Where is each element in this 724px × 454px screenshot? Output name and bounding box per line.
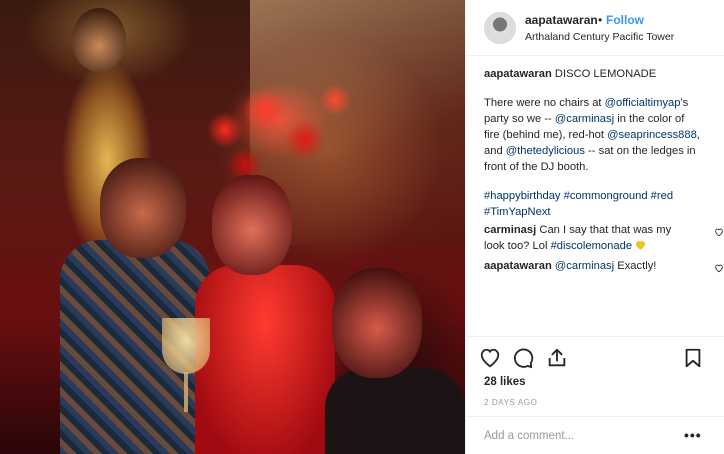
like-comment-heart-icon[interactable] — [714, 262, 724, 278]
red-flowers-decoration — [185, 70, 355, 180]
caption-and-comments: aapatawaran DISCO LEMONADE There were no… — [484, 66, 723, 274]
comment-username[interactable]: carminasj — [484, 224, 536, 236]
like-heart-icon[interactable] — [479, 347, 501, 369]
caption-text: fire (behind me), red-hot — [484, 129, 608, 141]
hashtag-line[interactable]: #TimYapNext — [484, 204, 716, 220]
caption-text: There were no chairs at — [484, 97, 605, 109]
right-person-head — [332, 268, 422, 378]
caption-text: 's — [680, 97, 689, 109]
hashtag-link[interactable]: #discolemonade — [551, 240, 632, 252]
caption-text: in the color of — [614, 113, 685, 125]
comment-item: aapatawaran @carminasj Exactly! — [484, 258, 723, 274]
caption-text: , — [696, 129, 700, 141]
caption-text: -- sat on the ledges in — [584, 145, 696, 157]
add-comment-input[interactable] — [484, 425, 674, 447]
wine-glass — [162, 318, 210, 374]
comment-text: Exactly! — [614, 260, 657, 272]
post-photo[interactable] — [0, 0, 465, 454]
avatar[interactable] — [484, 12, 516, 44]
location-link[interactable]: Arthaland Century Pacific Tower — [525, 31, 674, 43]
header-separator: • — [598, 13, 603, 27]
hashtag-line[interactable]: #happybirthday #commonground #red — [484, 188, 716, 204]
comment-item: carminasj Can I say that that was my loo… — [484, 222, 723, 254]
caption-line: and @thetedylicious -- sat on the ledges… — [484, 143, 716, 159]
header-username[interactable]: aapatawaran — [525, 13, 598, 27]
mention-link[interactable]: @officialtimyap — [605, 97, 681, 109]
caption-username[interactable]: aapatawaran — [484, 68, 552, 80]
comment-composer: ••• — [466, 416, 724, 454]
caption-title: DISCO LEMONADE — [554, 68, 657, 80]
comment-line: look too? Lol #discolemonade — [484, 238, 716, 254]
wine-glass-stem — [184, 372, 188, 412]
center-person-body — [195, 265, 335, 454]
caption-line: front of the DJ booth. — [484, 161, 589, 173]
comment-bubble-icon[interactable] — [512, 347, 534, 369]
mention-link[interactable]: @seaprincess888 — [607, 129, 697, 141]
more-options-icon[interactable]: ••• — [684, 427, 702, 443]
caption-text: party so we -- — [484, 113, 555, 125]
comment-username[interactable]: aapatawaran — [484, 260, 552, 272]
bookmark-icon[interactable] — [682, 347, 704, 369]
comment-text: look too? Lol — [484, 240, 551, 252]
likes-count[interactable]: 28 likes — [484, 376, 526, 388]
standing-person-head — [72, 8, 126, 72]
mention-link[interactable]: @carminasj — [555, 260, 614, 272]
mention-link[interactable]: @thetedylicious — [506, 145, 585, 157]
center-person-head — [212, 175, 292, 275]
left-person-head — [100, 158, 186, 258]
mention-link[interactable]: @carminasj — [555, 113, 614, 125]
caption-line: There were no chairs at @officialtimyap'… — [484, 95, 716, 111]
caption-line: fire (behind me), red-hot @seaprincess88… — [484, 127, 716, 143]
post-header: aapatawaran • Follow Arthaland Century P… — [466, 0, 724, 56]
post-actions-bar — [466, 336, 724, 376]
comment-line: carminasj Can I say that that was my — [484, 222, 716, 238]
follow-button[interactable]: Follow — [606, 13, 644, 27]
right-person-body — [325, 368, 465, 454]
comment-text: Can I say that that was my — [536, 224, 672, 236]
yellow-heart-emoji-icon — [635, 239, 646, 250]
caption-title-line: aapatawaran DISCO LEMONADE — [484, 66, 716, 82]
comment-line: aapatawaran @carminasj Exactly! — [484, 258, 716, 274]
share-upload-icon[interactable] — [546, 347, 568, 369]
caption-line: party so we -- @carminasj in the color o… — [484, 111, 716, 127]
post-timestamp[interactable]: 2 DAYS AGO — [484, 398, 537, 407]
post-side-panel: aapatawaran • Follow Arthaland Century P… — [465, 0, 724, 454]
like-comment-heart-icon[interactable] — [714, 226, 724, 242]
caption-text: and — [484, 145, 506, 157]
